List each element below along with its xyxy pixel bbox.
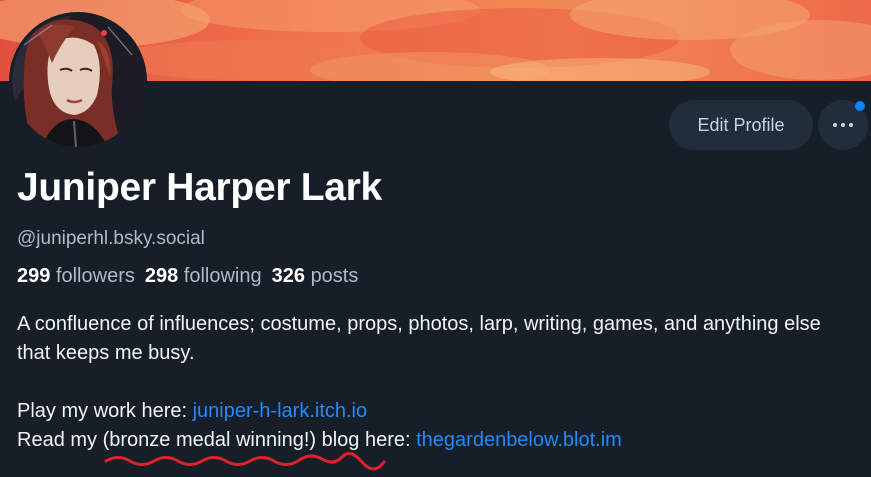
avatar-image	[12, 15, 144, 147]
profile-page: Edit Profile Juniper Harper Lark @junipe…	[0, 0, 871, 477]
bio-play-prefix: Play my work here:	[17, 400, 193, 422]
bio-read-prefix: Read my	[17, 429, 103, 451]
blog-link[interactable]: thegardenbelow.blot.im	[416, 429, 622, 451]
bio-description: A confluence of influences; costume, pro…	[17, 313, 821, 364]
following-count: 298	[144, 265, 179, 287]
followers-count: 299	[17, 265, 51, 287]
edit-profile-button[interactable]: Edit Profile	[669, 100, 813, 150]
profile-stats: 299 followers 298 following 326 posts	[17, 265, 358, 288]
bio-play-line: Play my work here: juniper-h-lark.itch.i…	[17, 397, 857, 426]
following-stat[interactable]: 298 following	[145, 265, 262, 287]
followers-stat[interactable]: 299 followers	[17, 265, 135, 287]
posts-label: posts	[310, 265, 359, 287]
posts-count: 326	[271, 265, 305, 287]
edit-profile-label: Edit Profile	[697, 114, 785, 135]
itch-link[interactable]: juniper-h-lark.itch.io	[193, 400, 368, 422]
red-squiggle-annotation	[104, 451, 386, 471]
avatar[interactable]	[9, 12, 147, 150]
profile-handle: @juniperhl.bsky.social	[17, 228, 205, 249]
profile-bio: A confluence of influences; costume, pro…	[17, 310, 857, 455]
followers-label: followers	[55, 265, 135, 287]
following-label: following	[183, 265, 262, 287]
posts-stat: 326 posts	[272, 265, 359, 287]
display-name: Juniper Harper Lark	[17, 166, 382, 209]
bio-read-emphasis: (bronze medal winning!)	[102, 429, 317, 451]
notification-dot	[855, 101, 865, 111]
ellipsis-icon	[833, 123, 853, 127]
bio-read-middle: blog here:	[316, 429, 417, 451]
